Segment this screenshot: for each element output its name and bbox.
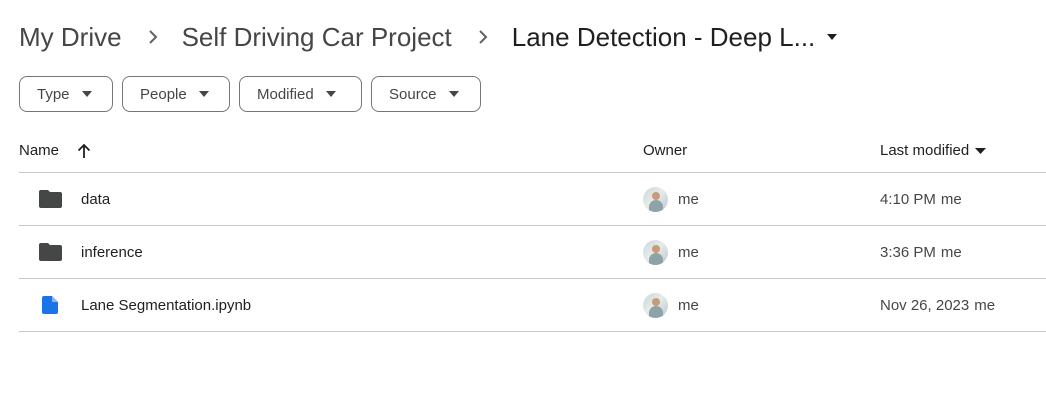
folder-icon — [19, 190, 81, 208]
filter-modified-chip[interactable]: Modified — [239, 76, 362, 112]
avatar — [643, 186, 668, 212]
owner-cell: me — [643, 292, 880, 318]
file-name: data — [81, 190, 111, 208]
caret-down-icon[interactable] — [825, 30, 839, 44]
caret-down-icon — [81, 91, 92, 97]
owner-name: me — [678, 296, 699, 314]
chevron-right-icon — [476, 30, 490, 44]
owner-name: me — [678, 243, 699, 261]
avatar — [643, 292, 668, 318]
caret-down-icon — [325, 91, 336, 97]
modified-date: 3:36 PM — [880, 243, 936, 261]
modified-date: Nov 26, 2023 — [880, 296, 970, 314]
chevron-right-icon — [146, 30, 160, 44]
file-name: Lane Segmentation.ipynb — [81, 296, 252, 314]
filter-people-chip[interactable]: People — [122, 76, 230, 112]
modified-by: me — [940, 190, 962, 208]
file-name-cell: data — [19, 190, 643, 208]
last-modified-column-header[interactable]: Last modified — [880, 142, 987, 159]
breadcrumb: My Drive Self Driving Car Project Lane D… — [19, 18, 839, 56]
owner-cell: me — [643, 186, 880, 212]
chip-label: Source — [389, 85, 437, 103]
file-name-cell: inference — [19, 243, 643, 261]
modified-date: 4:10 PM — [880, 190, 936, 208]
filter-source-chip[interactable]: Source — [371, 76, 481, 112]
breadcrumb-self-driving-car-project[interactable]: Self Driving Car Project — [182, 22, 452, 53]
owner-column-header[interactable]: Owner — [643, 142, 880, 159]
table-row[interactable]: Lane Segmentation.ipynb me Nov 26, 2023 m… — [19, 279, 1046, 332]
caret-down-icon — [198, 91, 209, 97]
table-row[interactable]: inference me 3:36 PM me — [19, 226, 1046, 279]
last-modified-cell: Nov 26, 2023 me — [880, 297, 995, 314]
file-name: inference — [81, 243, 143, 261]
drive-page: My Drive Self Driving Car Project Lane D… — [0, 0, 1046, 410]
last-modified-cell: 4:10 PM me — [880, 191, 962, 208]
breadcrumb-my-drive[interactable]: My Drive — [19, 22, 122, 53]
arrow-up-icon[interactable] — [77, 143, 91, 159]
owner-name: me — [678, 190, 699, 208]
filter-type-chip[interactable]: Type — [19, 76, 113, 112]
last-modified-cell: 3:36 PM me — [880, 244, 962, 261]
modified-by: me — [940, 243, 962, 261]
name-header-label: Name — [19, 142, 60, 159]
owner-cell: me — [643, 239, 880, 265]
last-modified-header-label: Last modified — [880, 142, 970, 159]
modified-by: me — [974, 296, 996, 314]
chip-label: People — [140, 85, 187, 103]
table-row[interactable]: data me 4:10 PM me — [19, 173, 1046, 226]
folder-icon — [19, 243, 81, 261]
avatar — [643, 239, 668, 265]
filter-chips: Type People Modified Source — [19, 76, 481, 112]
breadcrumb-current-folder[interactable]: Lane Detection - Deep L... — [512, 22, 816, 53]
table-header: Name Owner Last modified — [19, 129, 1046, 173]
chip-label: Modified — [257, 85, 314, 103]
doc-icon — [19, 296, 81, 314]
file-list: Name Owner Last modified data me 4:10 PM… — [19, 129, 1046, 332]
file-name-cell: Lane Segmentation.ipynb — [19, 296, 643, 314]
caret-down-icon — [448, 91, 459, 97]
name-column-header[interactable]: Name — [19, 142, 643, 159]
caret-down-icon — [975, 147, 987, 154]
chip-label: Type — [37, 85, 70, 103]
